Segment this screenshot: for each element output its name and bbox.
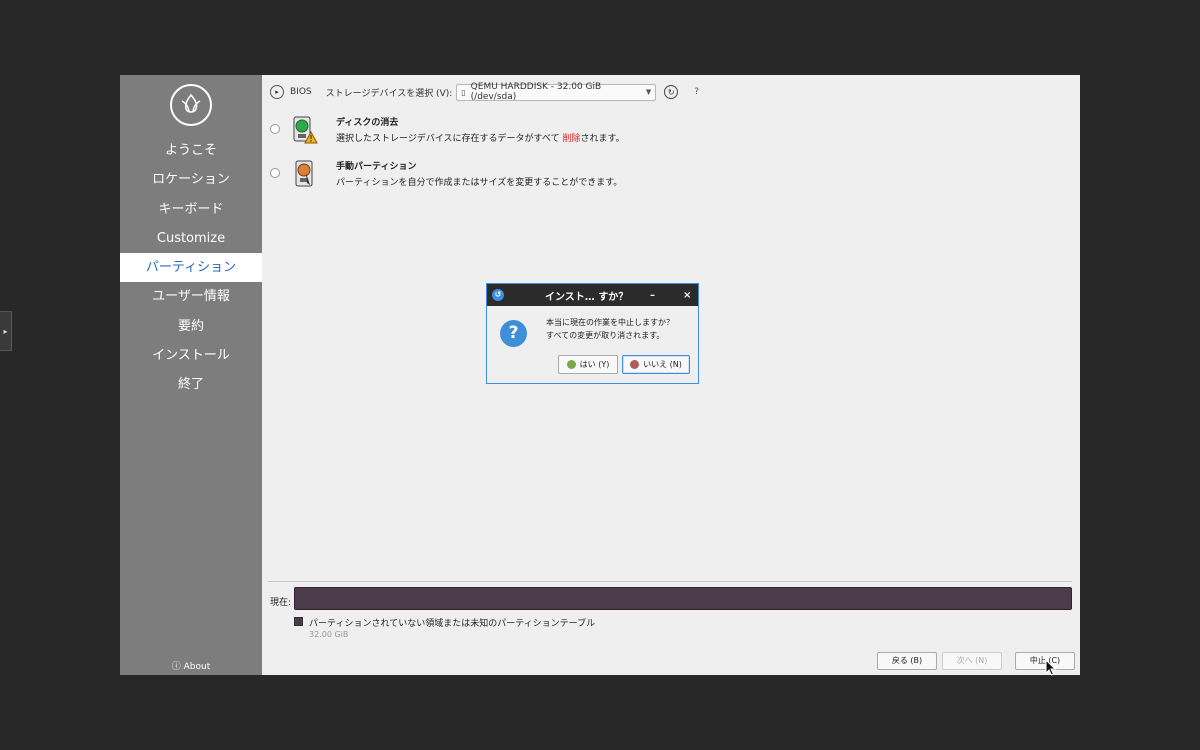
manual-partition-description: パーティションを自分で作成またはサイズを変更することができます。	[336, 178, 623, 188]
erase-disk-radio[interactable]	[270, 124, 280, 134]
erase-disk-title: ディスクの消去	[336, 118, 399, 128]
dialog-titlebar: ↺ インスト… すか？ – ×	[487, 284, 698, 306]
help-button[interactable]: ?	[694, 87, 699, 97]
device-select-label: ストレージデバイスを選択 (V):	[325, 88, 453, 99]
sidebar-item-partitions: パーティション	[120, 253, 262, 283]
close-icon[interactable]: ×	[683, 290, 691, 301]
no-button[interactable]: いいえ (N)	[622, 355, 690, 374]
chevron-down-icon: ▼	[645, 88, 652, 96]
sidebar-item-finish: 終了	[177, 377, 204, 393]
about-link[interactable]: ⓘ About	[120, 659, 262, 672]
drive-icon: ▯	[461, 87, 466, 97]
question-icon: ?	[500, 320, 527, 347]
device-select[interactable]: ▯ QEMU HARDDISK - 32.00 GiB (/dev/sda) ▼	[456, 82, 657, 102]
disk-erase-icon	[292, 115, 318, 145]
manual-partition-option[interactable]: 手動パーティション パーティションを自分で作成またはサイズを変更することができま…	[270, 159, 622, 189]
manual-partition-title: 手動パーティション	[336, 162, 417, 172]
current-partition-bar	[294, 587, 1072, 610]
dialog-message: 本当に現在の作業を中止しますか？ すべての変更が取り消されます。	[546, 318, 674, 340]
sidebar-item-users: ユーザー情報	[152, 289, 230, 305]
mouse-cursor-icon	[1045, 659, 1057, 676]
yes-button[interactable]: はい (Y)	[558, 355, 618, 374]
legend-size: 32.00 GiB	[309, 630, 349, 639]
divider	[268, 581, 1072, 582]
sidebar: ようこそ ロケーション キーボード Customize パーティション ユーザー…	[120, 75, 262, 675]
erase-disk-description: 選択したストレージデバイスに存在するデータがすべて 削除されます。	[336, 134, 625, 144]
sidebar-item-keyboard: キーボード	[158, 201, 224, 217]
sidebar-item-summary: 要約	[177, 318, 204, 334]
device-toolbar: ▸ BIOS ストレージデバイスを選択 (V): ▯ QEMU HARDDISK…	[270, 82, 699, 102]
manual-partition-radio[interactable]	[270, 168, 280, 178]
back-button[interactable]: 戻る (B)	[877, 652, 937, 670]
sidebar-item-location: ロケーション	[152, 172, 230, 188]
refresh-icon[interactable]: ↻	[664, 85, 679, 99]
next-button[interactable]: 次へ (N)	[942, 652, 1002, 670]
disk-manual-icon	[292, 159, 318, 189]
legend-swatch	[294, 617, 303, 626]
bios-icon: ▸	[270, 85, 284, 99]
confirm-cancel-dialog: ↺ インスト… すか？ – × ? 本当に現在の作業を中止しますか？ すべての変…	[486, 283, 699, 384]
device-select-value: QEMU HARDDISK - 32.00 GiB (/dev/sda)	[470, 82, 602, 102]
app-logo-icon: ↺	[492, 289, 504, 301]
legend-label: パーティションされていない領域または未知のパーティションテーブル	[309, 619, 596, 629]
sidebar-item-welcome: ようこそ	[164, 143, 217, 158]
sidebar-item-install: インストール	[152, 348, 230, 364]
bios-label: BIOS	[290, 87, 312, 97]
sidebar-item-customize: Customize	[156, 230, 226, 246]
distro-logo-icon	[170, 84, 212, 126]
sidebar-nav: ようこそ ロケーション キーボード Customize パーティション ユーザー…	[120, 136, 262, 400]
current-label: 現在:	[270, 598, 292, 608]
minimize-icon[interactable]: –	[650, 290, 655, 301]
side-panel-toggle[interactable]: ▸	[0, 311, 12, 351]
erase-disk-option[interactable]: ディスクの消去 選択したストレージデバイスに存在するデータがすべて 削除されます…	[270, 115, 625, 145]
dialog-title: インスト… すか？	[545, 291, 629, 303]
yes-icon	[566, 360, 576, 369]
no-icon	[630, 360, 640, 369]
